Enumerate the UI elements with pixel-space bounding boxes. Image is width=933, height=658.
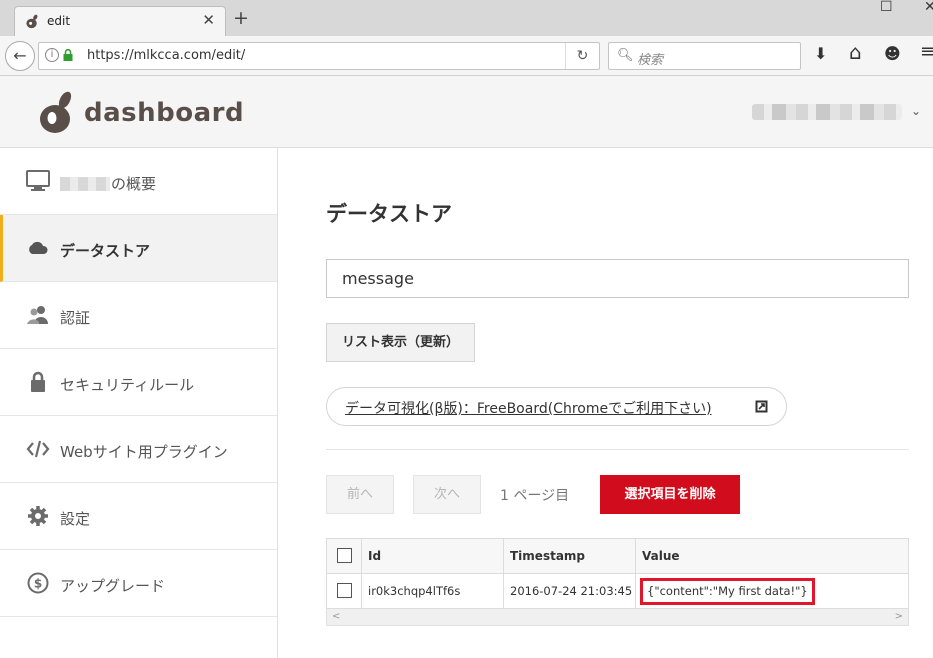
row-id: ir0k3chqp4lTf6s bbox=[362, 574, 504, 608]
scroll-right-icon[interactable]: > bbox=[895, 609, 903, 624]
sidebar-item-security[interactable]: セキュリティルール bbox=[0, 349, 277, 416]
secure-lock-icon bbox=[63, 49, 73, 61]
home-icon[interactable]: ⌂ bbox=[849, 40, 862, 64]
brand-name: dashboard bbox=[84, 98, 245, 128]
row-timestamp: 2016-07-24 21:03:45 bbox=[504, 574, 636, 608]
browser-nav-bar: ← i https://mlkcca.com/edit/ ↻ 🔍︎ 検索 ⬇ ⌂… bbox=[0, 36, 933, 76]
sidebar-item-label: セキュリティルール bbox=[60, 376, 195, 394]
freeboard-link-label: データ可視化(β版)：FreeBoard(Chromeでご利用下さい) bbox=[345, 401, 712, 417]
search-input[interactable]: 🔍︎ 検索 bbox=[608, 42, 801, 70]
app-name-redacted bbox=[60, 177, 110, 191]
table-horizontal-scrollbar[interactable]: < > bbox=[326, 609, 909, 626]
sidebar: の概要 データストア 認証 セキュリティルール Webサイト用プラグイン 設定 … bbox=[0, 148, 278, 658]
svg-text:$: $ bbox=[34, 577, 42, 591]
sidebar-item-settings[interactable]: 設定 bbox=[0, 483, 277, 550]
reload-icon[interactable]: ↻ bbox=[565, 43, 599, 69]
freeboard-link-button[interactable]: データ可視化(β版)：FreeBoard(Chromeでご利用下さい) bbox=[326, 387, 787, 426]
users-icon bbox=[27, 306, 48, 324]
row-checkbox[interactable] bbox=[337, 583, 352, 598]
main-content: データストア message リスト表示（更新） データ可視化(β版)：Free… bbox=[279, 148, 933, 658]
url-bar[interactable]: i https://mlkcca.com/edit/ ↻ bbox=[38, 42, 600, 70]
column-header-value: Value bbox=[642, 549, 680, 563]
sidebar-item-label: 設定 bbox=[60, 510, 91, 528]
prev-page-button[interactable]: 前へ bbox=[326, 475, 394, 514]
sidebar-item-label: 認証 bbox=[60, 309, 91, 327]
scroll-left-icon[interactable]: < bbox=[332, 609, 340, 624]
list-refresh-button[interactable]: リスト表示（更新） bbox=[326, 323, 475, 362]
dollar-icon: $ bbox=[27, 572, 49, 594]
back-button[interactable]: ← bbox=[5, 41, 35, 71]
account-name-redacted[interactable] bbox=[752, 104, 902, 120]
page-title: データストア bbox=[326, 202, 452, 226]
sidebar-item-label: Webサイト用プラグイン bbox=[60, 443, 228, 461]
next-page-button[interactable]: 次へ bbox=[413, 475, 481, 514]
search-placeholder: 検索 bbox=[637, 53, 664, 68]
emoji-icon[interactable]: ☻ bbox=[884, 44, 901, 63]
datastore-name-input[interactable]: message bbox=[326, 259, 909, 298]
gear-icon bbox=[28, 506, 48, 526]
external-link-icon bbox=[755, 400, 768, 413]
divider bbox=[326, 449, 909, 450]
sidebar-item-auth[interactable]: 認証 bbox=[0, 282, 277, 349]
new-tab-icon[interactable]: + bbox=[233, 9, 249, 28]
sidebar-item-overview[interactable]: の概要 bbox=[0, 148, 277, 215]
close-window-icon[interactable]: ✕ bbox=[924, 0, 933, 15]
table-row[interactable]: ir0k3chqp4lTf6s 2016-07-24 21:03:45 {"co… bbox=[327, 574, 908, 608]
table-header: Id Timestamp Value bbox=[327, 539, 908, 574]
page-indicator: 1 ページ目 bbox=[500, 488, 570, 504]
download-icon[interactable]: ⬇ bbox=[814, 44, 827, 63]
code-icon bbox=[26, 440, 50, 458]
sidebar-item-label: アップグレード bbox=[60, 577, 166, 595]
chevron-down-icon[interactable]: ⌄ bbox=[911, 104, 921, 118]
tab-close-icon[interactable]: ✕ bbox=[202, 11, 215, 29]
delete-selected-button[interactable]: 選択項目を削除 bbox=[600, 475, 740, 514]
data-table: Id Timestamp Value ir0k3chqp4lTf6s 2016-… bbox=[326, 538, 909, 609]
sidebar-item-datastore[interactable]: データストア bbox=[0, 215, 277, 282]
browser-tab-bar: edit ✕ + ☐ ✕ bbox=[0, 0, 933, 36]
lock-icon bbox=[31, 371, 45, 392]
sidebar-item-upgrade[interactable]: $ アップグレード bbox=[0, 550, 277, 617]
search-icon: 🔍︎ bbox=[617, 48, 634, 63]
sidebar-item-label: データストア bbox=[60, 242, 151, 260]
site-info-icon[interactable]: i bbox=[45, 48, 59, 62]
monitor-icon bbox=[26, 170, 50, 191]
milkcocoa-favicon-icon bbox=[26, 14, 38, 29]
tab-title: edit bbox=[47, 14, 71, 28]
maximize-window-icon[interactable]: ☐ bbox=[880, 0, 893, 15]
sidebar-item-label: の概要 bbox=[111, 175, 157, 193]
app-header: dashboard ⌄ bbox=[0, 76, 933, 148]
select-all-checkbox[interactable] bbox=[337, 548, 352, 563]
column-header-timestamp: Timestamp bbox=[504, 539, 636, 573]
cloud-icon bbox=[29, 241, 48, 254]
row-value-highlighted: {"content":"My first data!"} bbox=[640, 578, 815, 605]
url-text: https://mlkcca.com/edit/ bbox=[87, 48, 246, 63]
sidebar-item-plugins[interactable]: Webサイト用プラグイン bbox=[0, 416, 277, 483]
browser-tab[interactable]: edit ✕ bbox=[14, 6, 226, 36]
menu-icon[interactable]: ≡ bbox=[920, 41, 933, 62]
milkcocoa-logo-icon[interactable] bbox=[38, 90, 76, 134]
column-header-id: Id bbox=[362, 539, 504, 573]
